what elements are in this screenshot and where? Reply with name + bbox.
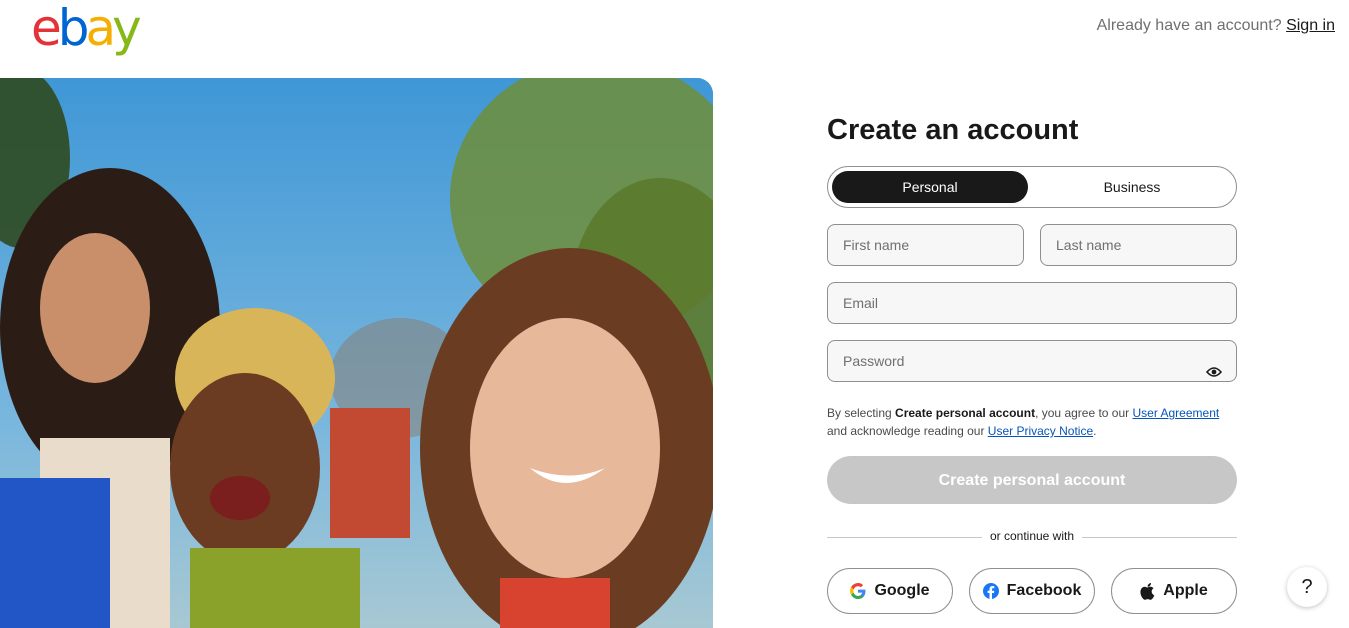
user-agreement-link[interactable]: User Agreement [1133,406,1220,420]
help-button[interactable]: ? [1287,567,1327,607]
apple-icon [1140,582,1155,600]
account-type-toggle: Personal Business [827,166,1237,208]
facebook-signin-button[interactable]: Facebook [969,568,1095,614]
legal-notice: By selecting Create personal account, yo… [827,404,1237,440]
logo-letter-b: b [57,0,90,57]
hero-illustration [0,78,713,628]
password-input[interactable] [843,342,1178,380]
legal-prefix: By selecting [827,406,896,420]
google-label: Google [874,582,930,599]
create-account-button[interactable]: Create personal account [827,456,1237,504]
signin-prompt: Already have an account? Sign in [1097,17,1335,35]
divider-line-right [1082,537,1237,538]
legal-suffix: . [1093,424,1097,438]
password-field[interactable] [827,340,1237,382]
signup-form: Create an account Personal Business By s… [827,110,1237,614]
privacy-notice-link[interactable]: User Privacy Notice [988,424,1093,438]
hero-photo [0,78,713,628]
tab-personal[interactable]: Personal [832,171,1028,203]
first-name-input[interactable] [843,226,996,264]
page-title: Create an account [827,114,1079,146]
tab-business[interactable]: Business [1034,171,1230,203]
legal-connector: and acknowledge reading our [827,424,988,438]
apple-signin-button[interactable]: Apple [1111,568,1237,614]
legal-bold: Create personal account [895,406,1036,420]
legal-middle: , you agree to our [1035,406,1133,420]
facebook-icon [982,583,999,599]
signup-page: ebay Already have an account? Sign in Cr… [0,0,1349,628]
signin-link[interactable]: Sign in [1286,17,1335,34]
google-signin-button[interactable]: Google [827,568,953,614]
last-name-field[interactable] [1040,224,1237,266]
email-input[interactable] [843,284,1178,322]
logo-letter-y: y [112,0,142,57]
apple-label: Apple [1163,582,1208,599]
logo-letter-e: e [31,0,62,57]
last-name-input[interactable] [1056,226,1209,264]
email-field[interactable] [827,282,1237,324]
divider-text: or continue with [989,529,1075,543]
ebay-logo[interactable]: ebay [31,0,142,57]
show-password-icon[interactable] [1205,354,1223,377]
account-prompt-text: Already have an account? [1096,17,1282,34]
google-icon [850,583,866,599]
facebook-label: Facebook [1006,582,1082,599]
logo-letter-a: a [85,0,117,57]
first-name-field[interactable] [827,224,1024,266]
social-divider: or continue with [827,528,1237,544]
